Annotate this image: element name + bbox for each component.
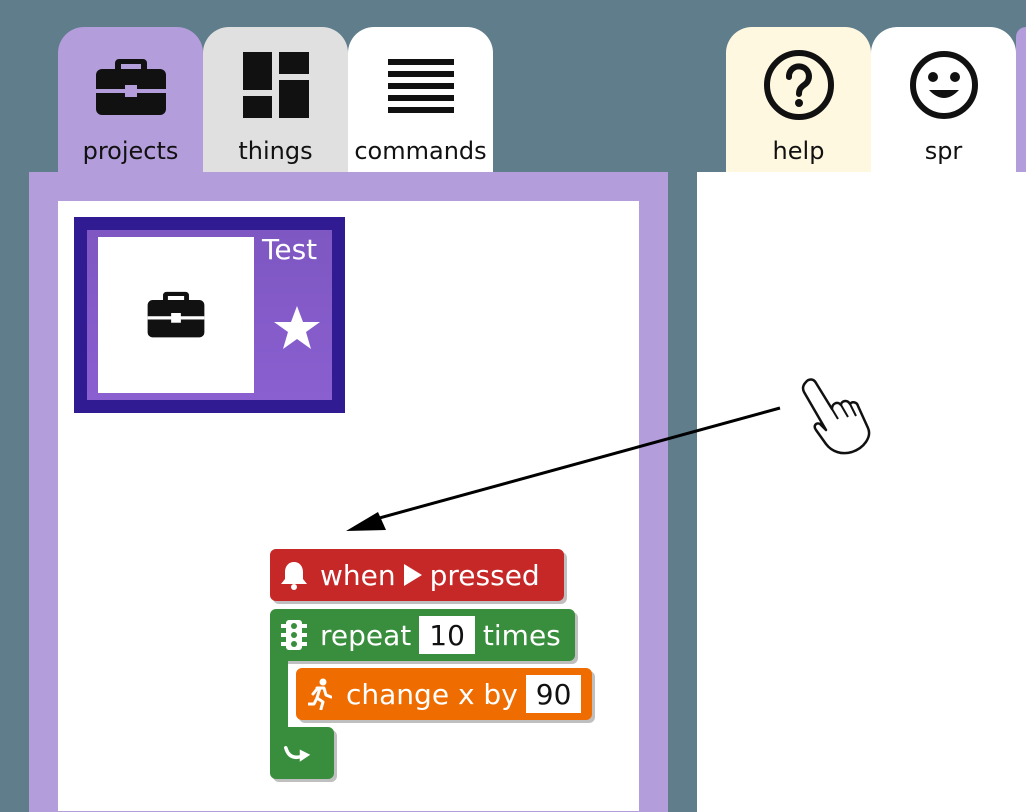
project-card[interactable]: Test	[74, 217, 345, 413]
tab-label: spr	[924, 137, 963, 165]
right-panel[interactable]	[697, 172, 1026, 812]
project-card-body[interactable]: Test	[87, 230, 332, 400]
runner-icon	[306, 678, 334, 710]
block-text: change x by	[346, 677, 518, 711]
change-x-block[interactable]: change x by 90	[296, 668, 592, 720]
block-text: times	[482, 618, 561, 652]
briefcase-icon	[146, 286, 206, 344]
tab-projects[interactable]: projects	[58, 27, 203, 173]
block-text: repeat	[320, 618, 412, 652]
repeat-block[interactable]: repeat 10 times	[270, 609, 575, 661]
tab-commands[interactable]: commands	[348, 27, 493, 173]
traffic-light-icon	[280, 620, 308, 650]
tab-things[interactable]: things	[203, 27, 348, 173]
project-title: Test	[262, 233, 318, 266]
when-pressed-block[interactable]: when pressed	[270, 549, 564, 601]
play-icon	[403, 564, 422, 586]
repeat-end-block[interactable]	[270, 727, 334, 779]
tab-spr[interactable]: spr	[871, 27, 1016, 173]
briefcase-icon	[93, 47, 169, 123]
change-x-value-input[interactable]: 90	[525, 675, 582, 713]
tab-label: help	[772, 137, 825, 165]
star-icon[interactable]	[273, 304, 321, 352]
dashboard-icon	[238, 47, 314, 123]
repeat-count-input[interactable]: 10	[419, 616, 475, 654]
question-icon	[761, 47, 837, 123]
repeat-block-arm	[270, 655, 288, 735]
project-thumbnail[interactable]	[98, 237, 254, 393]
block-text: when	[320, 558, 396, 592]
lines-icon	[383, 47, 459, 123]
tab-help[interactable]: help	[726, 27, 871, 173]
loop-back-icon	[284, 739, 312, 767]
tab-label: projects	[82, 137, 179, 165]
tab-label: commands	[354, 137, 487, 165]
tab-partial[interactable]	[1016, 27, 1026, 173]
bell-icon	[280, 561, 308, 590]
tab-label: things	[238, 137, 313, 165]
block-text: pressed	[429, 558, 540, 592]
smiley-icon	[906, 47, 982, 123]
